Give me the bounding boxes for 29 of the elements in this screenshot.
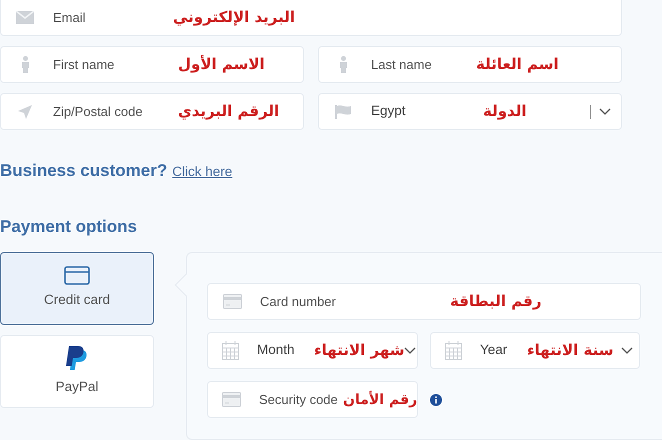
- annotation-label: الرقم البريدي: [178, 104, 280, 119]
- chevron-down-icon: [599, 108, 611, 115]
- annotation-label: اسم العائلة: [476, 57, 559, 72]
- payment-method-tile[interactable]: PayPal: [0, 335, 154, 408]
- card-icon: [222, 392, 241, 407]
- annotation-label: الدولة: [483, 104, 526, 119]
- location-arrow-icon: [18, 104, 32, 118]
- paypal-logo-icon: [65, 345, 89, 372]
- flag-icon: [335, 104, 351, 118]
- calendar-icon: [445, 341, 462, 360]
- card-icon: [64, 266, 90, 286]
- calendar-icon: [222, 341, 239, 360]
- annotation-label: الاسم الأول: [178, 57, 265, 72]
- payment-method-tile[interactable]: Credit card: [0, 252, 154, 325]
- envelope-icon: [16, 11, 34, 24]
- person-icon: [20, 56, 30, 73]
- business-question: Business customer?: [0, 160, 168, 182]
- chevron-down-icon: [621, 347, 634, 354]
- annotation-label: شهر الانتهاء: [314, 343, 404, 358]
- section-heading: Payment options: [0, 216, 138, 238]
- info-icon[interactable]: [430, 394, 442, 406]
- annotation-label: البريد الإلكتروني: [173, 10, 295, 25]
- click-here-link[interactable]: Click here: [172, 162, 232, 182]
- card-icon: [222, 294, 242, 309]
- annotation-label: سنة الانتهاء: [527, 343, 614, 358]
- annotation-label: رقم الأمان: [343, 392, 418, 406]
- chevron-down-icon: [404, 347, 416, 354]
- annotation-label: رقم البطاقة: [450, 294, 542, 309]
- person-icon: [338, 56, 348, 73]
